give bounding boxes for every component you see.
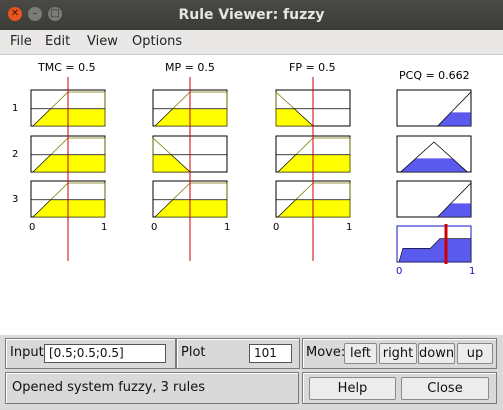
control-area: Input [0.5;0.5;0.5] Plot 101 Move: left … bbox=[0, 336, 503, 410]
plot-points-field[interactable]: 101 bbox=[249, 344, 292, 363]
input-panel: Input [0.5;0.5;0.5] bbox=[5, 338, 176, 369]
menu-options[interactable]: Options bbox=[132, 34, 182, 49]
close-button[interactable]: Close bbox=[401, 377, 489, 400]
menu-file[interactable]: File bbox=[10, 34, 32, 49]
move-panel: Move: left right down up bbox=[302, 338, 497, 369]
move-label: Move: bbox=[306, 345, 346, 360]
input-vector-field[interactable]: [0.5;0.5;0.5] bbox=[44, 344, 166, 363]
window-title: Rule Viewer: fuzzy bbox=[178, 7, 325, 23]
menu-edit[interactable]: Edit bbox=[45, 34, 70, 49]
plot-panel: Plot 101 bbox=[176, 338, 300, 369]
move-up-button[interactable]: up bbox=[457, 343, 493, 364]
help-button[interactable]: Help bbox=[309, 377, 396, 400]
title-bar: ✕ – □ Rule Viewer: fuzzy bbox=[0, 0, 503, 30]
membership-plots[interactable] bbox=[0, 55, 503, 335]
menu-bar: File Edit View Options bbox=[0, 30, 503, 55]
move-left-button[interactable]: left bbox=[344, 343, 377, 364]
move-down-button[interactable]: down bbox=[418, 343, 455, 364]
status-bar: Opened system fuzzy, 3 rules bbox=[5, 372, 299, 404]
status-text: Opened system fuzzy, 3 rules bbox=[12, 380, 206, 395]
menu-view[interactable]: View bbox=[87, 34, 118, 49]
input-label: Input bbox=[10, 345, 44, 360]
rule-plot-area: TMC = 0.5 MP = 0.5 FP = 0.5 PCQ = 0.662 … bbox=[0, 55, 503, 335]
action-panel: Help Close bbox=[302, 372, 497, 404]
move-right-button[interactable]: right bbox=[379, 343, 417, 364]
plot-label: Plot bbox=[181, 345, 206, 360]
